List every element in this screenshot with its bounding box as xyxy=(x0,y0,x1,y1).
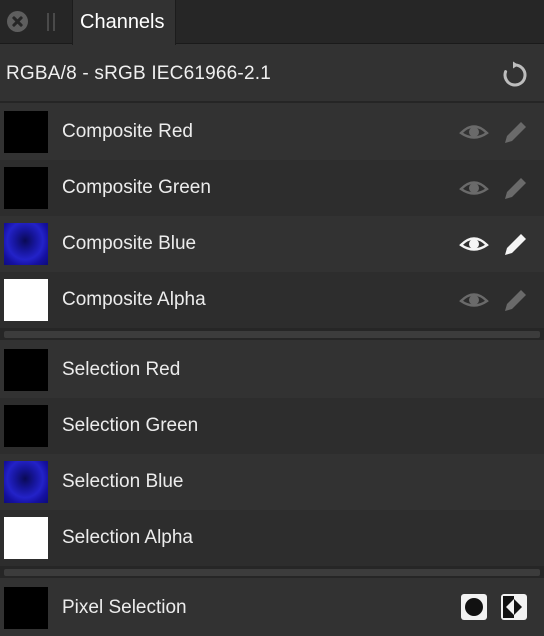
grip-icon[interactable] xyxy=(47,13,55,31)
eye-icon[interactable] xyxy=(459,286,489,314)
channel-row-pixel-selection[interactable]: Pixel Selection xyxy=(0,580,544,636)
channel-label: Selection Blue xyxy=(62,471,184,492)
circle-fill-icon[interactable] xyxy=(460,593,488,621)
channel-row-composite-blue[interactable]: Composite Blue xyxy=(0,216,544,272)
pencil-icon[interactable] xyxy=(500,230,530,258)
tab-channels[interactable]: Channels xyxy=(72,0,176,45)
eye-icon[interactable] xyxy=(459,118,489,146)
pencil-icon[interactable] xyxy=(500,286,530,314)
channel-label: Composite Alpha xyxy=(62,289,206,310)
pencil-icon[interactable] xyxy=(500,174,530,202)
channel-row-selection-alpha[interactable]: Selection Alpha xyxy=(0,510,544,566)
tab-bar: Channels xyxy=(0,0,544,45)
channel-thumbnail xyxy=(4,111,48,153)
reset-icon[interactable] xyxy=(500,60,530,90)
channel-label: Pixel Selection xyxy=(62,597,187,618)
channel-thumbnail xyxy=(4,279,48,321)
channel-row-composite-green[interactable]: Composite Green xyxy=(0,160,544,216)
channel-thumbnail xyxy=(4,405,48,447)
channel-row-selection-green[interactable]: Selection Green xyxy=(0,398,544,454)
eye-icon[interactable] xyxy=(459,230,489,258)
channel-label: Composite Blue xyxy=(62,233,197,254)
close-icon[interactable] xyxy=(7,11,28,32)
tab-label: Channels xyxy=(80,11,165,33)
color-format-label: RGBA/8 - sRGB IEC61966-2.1 xyxy=(6,63,271,84)
section-divider xyxy=(0,566,544,578)
section-divider xyxy=(0,328,544,340)
channel-label: Selection Green xyxy=(62,415,199,436)
channel-row-composite-alpha[interactable]: Composite Alpha xyxy=(0,272,544,328)
channel-thumbnail xyxy=(4,517,48,559)
channel-row-composite-red[interactable]: Composite Red xyxy=(0,104,544,160)
channel-thumbnail xyxy=(4,167,48,209)
channel-row-selection-blue[interactable]: Selection Blue xyxy=(0,454,544,510)
eye-icon[interactable] xyxy=(459,174,489,202)
channel-thumbnail xyxy=(4,349,48,391)
channel-label: Selection Red xyxy=(62,359,181,380)
channel-label: Selection Alpha xyxy=(62,527,193,548)
channel-thumbnail xyxy=(4,461,48,503)
invert-icon[interactable] xyxy=(500,593,528,621)
channel-thumbnail xyxy=(4,587,48,629)
channel-thumbnail xyxy=(4,223,48,265)
channel-label: Composite Green xyxy=(62,177,211,198)
pencil-icon[interactable] xyxy=(500,118,530,146)
channel-label: Composite Red xyxy=(62,121,193,142)
channel-row-selection-red[interactable]: Selection Red xyxy=(0,342,544,398)
channel-format-header: RGBA/8 - sRGB IEC61966-2.1 xyxy=(0,45,544,103)
